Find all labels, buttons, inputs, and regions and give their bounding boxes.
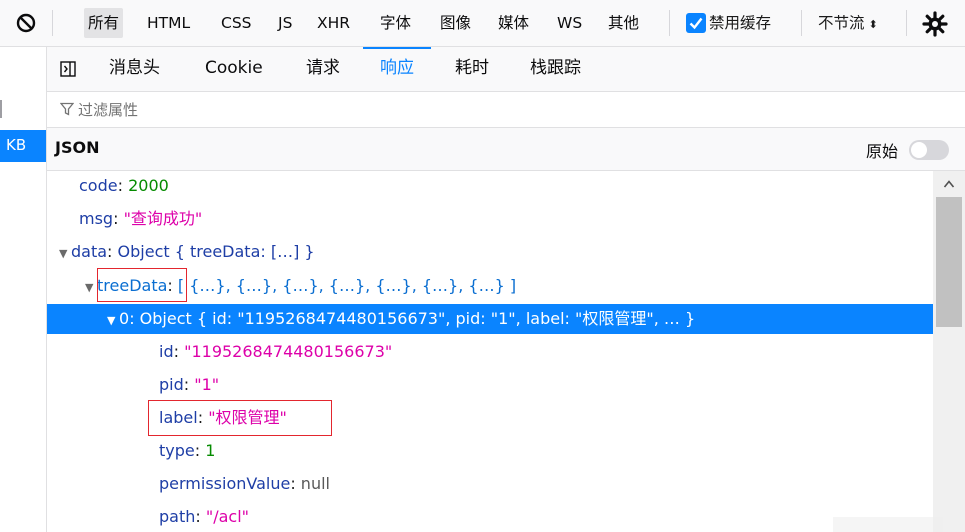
block-icon[interactable]	[14, 11, 38, 35]
filter-properties-input[interactable]: 过滤属性	[78, 99, 138, 120]
tab-cookies[interactable]: Cookie	[205, 47, 263, 91]
property-value: 2000	[128, 176, 169, 195]
property-value: null	[300, 474, 330, 493]
json-tree: code: 2000 msg: "查询成功" ▼ data: Object { t…	[47, 171, 933, 532]
raw-toggle-label[interactable]: 原始	[866, 138, 898, 162]
throttle-select[interactable]: 不节流 ⬍	[818, 8, 878, 38]
filter-xhr[interactable]: XHR	[313, 8, 354, 38]
tree-row-id[interactable]: id: "1195268474480156673"	[47, 337, 933, 367]
object-preview: Object { id: "1195268474480156673", pid:…	[139, 309, 696, 328]
toolbar-divider	[669, 10, 670, 36]
property-value: "1195268474480156673"	[184, 342, 393, 361]
property-key: id	[159, 342, 174, 361]
filter-image[interactable]: 图像	[436, 8, 475, 38]
filter-all[interactable]: 所有	[84, 8, 124, 38]
funnel-icon	[60, 102, 74, 116]
property-key: path	[159, 507, 196, 526]
tab-request[interactable]: 请求	[306, 47, 340, 91]
filter-properties-bar[interactable]: 过滤属性	[47, 92, 965, 128]
request-list: KB	[0, 47, 47, 532]
tree-row-code[interactable]: code: 2000	[47, 171, 933, 201]
vertical-scrollbar[interactable]	[933, 171, 965, 532]
tree-row-permission-value[interactable]: permissionValue: null	[47, 469, 933, 499]
tree-row-item-0[interactable]: ▼ 0: Object { id: "1195268474480156673", …	[47, 304, 933, 334]
tree-row-msg[interactable]: msg: "查询成功"	[47, 204, 933, 234]
filter-css[interactable]: CSS	[217, 8, 256, 38]
toolbar-divider	[906, 10, 907, 36]
tab-response[interactable]: 响应	[380, 47, 414, 91]
json-section-title: JSON	[55, 138, 100, 157]
scrollbar-thumb[interactable]	[936, 197, 962, 327]
tree-row-type[interactable]: type: 1	[47, 436, 933, 466]
disable-cache-label[interactable]: 禁用缓存	[709, 8, 771, 38]
filter-other[interactable]: 其他	[604, 8, 643, 38]
toolbar-divider	[52, 10, 53, 36]
tree-row-pid[interactable]: pid: "1"	[47, 370, 933, 400]
property-value: "1"	[194, 375, 220, 394]
network-toolbar: 所有 HTML CSS JS XHR 字体 图像 媒体 WS 其他 禁用缓存 不…	[0, 0, 965, 47]
property-value: "查询成功"	[123, 209, 203, 228]
property-key: 0	[119, 309, 130, 328]
tab-stack-trace[interactable]: 栈跟踪	[530, 47, 581, 91]
triangle-expanded-icon[interactable]: ▼	[85, 273, 97, 303]
throttle-label: 不节流	[818, 14, 865, 32]
filter-ws[interactable]: WS	[553, 8, 586, 38]
property-key: pid	[159, 375, 184, 394]
tree-row-path[interactable]: path: "/acl"	[47, 502, 933, 532]
toggle-knob	[911, 142, 927, 158]
gear-icon[interactable]	[921, 10, 949, 38]
annotation-box-label	[148, 400, 332, 436]
property-key: code	[79, 176, 118, 195]
raw-toggle-switch[interactable]	[909, 140, 949, 160]
filter-media[interactable]: 媒体	[494, 8, 533, 38]
panel-toggle-icon[interactable]	[60, 61, 76, 77]
tab-timings[interactable]: 耗时	[455, 47, 489, 91]
filter-font[interactable]: 字体	[376, 8, 415, 38]
decorative-overlay	[833, 517, 943, 532]
annotation-box-treedata	[97, 268, 187, 302]
tree-row-data[interactable]: ▼ data: Object { treeData: […] }	[47, 237, 933, 267]
scroll-up-icon[interactable]	[943, 179, 955, 189]
triangle-expanded-icon[interactable]: ▼	[59, 239, 71, 269]
checkbox-icon	[689, 17, 703, 30]
property-value: "/acl"	[205, 507, 250, 526]
disable-cache-checkbox[interactable]	[686, 13, 706, 33]
tab-headers[interactable]: 消息头	[109, 47, 160, 91]
select-arrows-icon: ⬍	[868, 18, 878, 31]
property-key: data	[71, 242, 108, 261]
filter-js[interactable]: JS	[274, 8, 296, 38]
property-key: type	[159, 441, 195, 460]
selected-request-row[interactable]: KB	[0, 130, 46, 162]
detail-tabs: 消息头 Cookie 请求 响应 耗时 栈跟踪	[47, 47, 965, 92]
request-list-row-fragment	[0, 100, 6, 118]
object-preview: Object { treeData: […] }	[117, 242, 315, 261]
property-key: permissionValue	[159, 474, 291, 493]
property-value: 1	[205, 441, 216, 460]
triangle-expanded-icon[interactable]: ▼	[107, 306, 119, 336]
property-key: msg	[79, 209, 114, 228]
json-section-header[interactable]: JSON 原始	[47, 128, 965, 171]
toolbar-divider	[801, 10, 802, 36]
array-preview: [ {…}, {…}, {…}, {…}, {…}, {…}, {…} ]	[177, 276, 517, 295]
filter-html[interactable]: HTML	[143, 8, 194, 38]
request-size: KB	[6, 136, 27, 154]
